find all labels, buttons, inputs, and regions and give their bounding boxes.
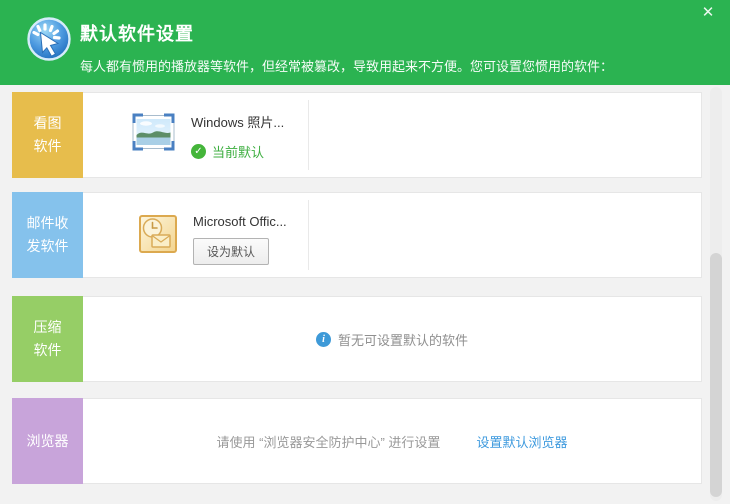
set-default-button[interactable]: 设为默认 [193, 238, 270, 265]
scrollbar-track[interactable] [710, 87, 722, 501]
row-browser: 浏览器 请使用 “浏览器安全防护中心” 进行设置 设置默认浏览器 [12, 398, 702, 484]
column-divider [308, 200, 309, 270]
item-name: Microsoft Offic... [193, 214, 287, 229]
app-logo-click-icon [26, 16, 72, 62]
category-label-browser: 浏览器 [12, 398, 83, 484]
current-default-status: ✓ 当前默认 [191, 142, 284, 161]
label-line: 邮件收 [26, 215, 69, 231]
item-outlook: Microsoft Offic... 设为默认 [193, 214, 287, 265]
item-name: Windows 照片... [191, 115, 285, 130]
category-label-email: 邮件收 发软件 [12, 192, 83, 278]
close-icon[interactable]: ✕ [697, 2, 719, 24]
browser-notice-text: 请使用 “浏览器安全防护中心” 进行设置 [216, 434, 441, 450]
row-content: Windows 照片... ✓ 当前默认 [83, 93, 701, 177]
label-line: 软件 [33, 138, 62, 154]
info-icon: i [315, 331, 331, 347]
category-label-image-viewer: 看图 软件 [12, 92, 83, 178]
row-content: 请使用 “浏览器安全防护中心” 进行设置 设置默认浏览器 [83, 399, 701, 483]
label-line: 软件 [33, 342, 62, 358]
empty-text: 暂无可设置默认的软件 [337, 332, 468, 348]
page-subtitle: 每人都有惯用的播放器等软件，但经常被篡改，导致用起来不方便。您可设置您惯用的软件… [80, 59, 614, 74]
row-content: i 暂无可设置默认的软件 [83, 297, 701, 381]
windows-photo-viewer-icon [131, 112, 176, 152]
check-icon: ✓ [191, 144, 206, 159]
label-line: 浏览器 [26, 432, 69, 449]
outlook-icon [138, 213, 178, 255]
status-text: 当前默认 [212, 145, 265, 160]
row-image-viewer: 看图 软件 Windows 照片... ✓ 当前默认 [12, 92, 702, 178]
row-email-client: 邮件收 发软件 Microsoft Offic... 设为默认 [12, 192, 702, 278]
default-software-settings-window: 默认软件设置 每人都有惯用的播放器等软件，但经常被篡改，导致用起来不方便。您可设… [0, 0, 730, 504]
item-photo-viewer: Windows 照片... ✓ 当前默认 [191, 112, 284, 161]
category-label-archiver: 压缩 软件 [12, 296, 83, 382]
empty-state: i 暂无可设置默认的软件 [83, 297, 701, 381]
column-divider [308, 100, 309, 170]
set-default-browser-link[interactable]: 设置默认浏览器 [476, 432, 567, 451]
dialog-header: 默认软件设置 每人都有惯用的播放器等软件，但经常被篡改，导致用起来不方便。您可设… [0, 0, 730, 85]
page-title: 默认软件设置 [80, 24, 194, 44]
label-line: 发软件 [26, 238, 69, 254]
label-line: 看图 [33, 115, 62, 131]
row-content: Microsoft Offic... 设为默认 [83, 193, 701, 277]
row-archiver: 压缩 软件 i 暂无可设置默认的软件 [12, 296, 702, 382]
label-line: 压缩 [33, 319, 62, 335]
scrollbar-thumb[interactable] [710, 253, 722, 497]
